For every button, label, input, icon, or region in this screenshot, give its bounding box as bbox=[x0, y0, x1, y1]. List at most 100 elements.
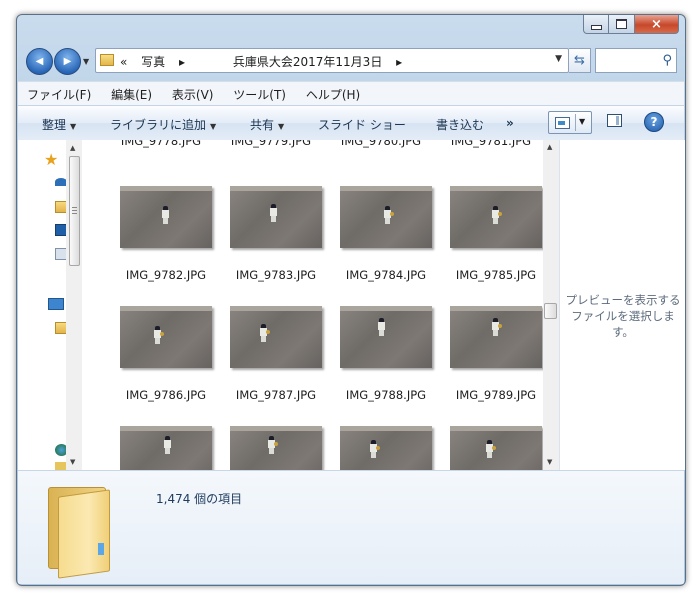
breadcrumb-overflow[interactable]: « bbox=[120, 55, 127, 69]
breadcrumb: « 写真 ▸ 兵庫県大会2017年11月3日 ▸ bbox=[120, 53, 402, 70]
player-figure bbox=[268, 436, 278, 454]
file-name[interactable]: IMG_9778.JPG bbox=[106, 140, 216, 148]
share-button[interactable]: 共有 ▼ bbox=[250, 116, 284, 133]
menu-bar: ファイル(F) 編集(E) 表示(V) ツール(T) ヘルプ(H) bbox=[18, 81, 684, 105]
scroll-thumb[interactable] bbox=[544, 303, 557, 319]
player-figure bbox=[370, 440, 380, 458]
photo-thumbnail[interactable] bbox=[120, 306, 212, 368]
organize-button[interactable]: 整理 ▼ bbox=[42, 116, 76, 133]
scroll-up-icon[interactable]: ▲ bbox=[70, 144, 75, 152]
menu-help[interactable]: ヘルプ(H) bbox=[297, 82, 367, 103]
photo-thumbnail[interactable] bbox=[230, 306, 322, 368]
content-area: ★ ▲ ▼ IMG_9778.JPG IMG_9779.JPG IMG_9780… bbox=[18, 140, 685, 471]
photo-thumbnail[interactable] bbox=[230, 426, 322, 470]
close-icon: × bbox=[651, 16, 662, 32]
menu-file[interactable]: ファイル(F) bbox=[18, 82, 98, 103]
grip-line bbox=[72, 210, 77, 211]
menu-view[interactable]: 表示(V) bbox=[163, 82, 221, 103]
file-list-scrollbar[interactable]: ▲ ▼ bbox=[543, 140, 559, 470]
chevron-down-icon[interactable]: ▼ bbox=[579, 117, 585, 126]
more-commands-button[interactable]: » bbox=[506, 116, 514, 130]
search-icon: ⚲ bbox=[662, 53, 672, 68]
photo-thumbnail[interactable] bbox=[120, 186, 212, 248]
file-list: IMG_9778.JPG IMG_9779.JPG IMG_9780.JPG I… bbox=[82, 140, 543, 470]
grip-line bbox=[72, 213, 77, 214]
search-input[interactable]: ⚲ bbox=[595, 48, 677, 73]
explorer-window: × ◀ ▶ ▼ « 写真 ▸ 兵庫県大会2017年11月3日 ▸ ▼ ⇆ ⚲ フ… bbox=[16, 14, 686, 586]
help-button[interactable]: ? bbox=[644, 112, 664, 132]
player-figure bbox=[154, 326, 164, 344]
caption-buttons: × bbox=[583, 15, 679, 34]
breadcrumb-item-photos[interactable]: 写真 bbox=[141, 53, 165, 70]
menu-tools[interactable]: ツール(T) bbox=[224, 82, 293, 103]
file-name[interactable]: IMG_9788.JPG bbox=[331, 388, 441, 402]
preview-pane-button[interactable] bbox=[607, 114, 622, 127]
item-count: 1,474 個の項目 bbox=[156, 492, 243, 506]
address-history-dropdown-icon[interactable]: ▼ bbox=[555, 54, 562, 64]
player-figure bbox=[164, 436, 171, 454]
photo-thumbnail[interactable] bbox=[120, 426, 212, 470]
file-name[interactable]: IMG_9782.JPG bbox=[111, 268, 221, 282]
chevron-down-icon: ▼ bbox=[210, 122, 217, 131]
file-name[interactable]: IMG_9780.JPG bbox=[326, 140, 436, 148]
preview-placeholder-text: プレビューを表示するファイルを選択します。 bbox=[565, 293, 681, 339]
burn-button[interactable]: 書き込む bbox=[436, 116, 484, 133]
scroll-down-icon[interactable]: ▼ bbox=[70, 458, 75, 466]
command-bar: 整理 ▼ ライブラリに追加 ▼ 共有 ▼ スライド ショー 書き込む » ▼ ? bbox=[18, 105, 684, 141]
breadcrumb-separator-icon[interactable]: ▸ bbox=[179, 55, 185, 69]
file-name[interactable]: IMG_9789.JPG bbox=[441, 388, 543, 402]
photo-thumbnail[interactable] bbox=[450, 186, 542, 248]
file-name[interactable]: IMG_9786.JPG bbox=[111, 388, 221, 402]
file-name[interactable]: IMG_9787.JPG bbox=[221, 388, 331, 402]
scroll-up-icon[interactable]: ▲ bbox=[547, 143, 552, 151]
photo-thumbnail[interactable] bbox=[450, 306, 542, 368]
back-button[interactable]: ◀ bbox=[26, 48, 53, 75]
organize-label: 整理 bbox=[42, 118, 67, 132]
file-name[interactable]: IMG_9783.JPG bbox=[221, 268, 331, 282]
forward-arrow-icon: ▶ bbox=[63, 56, 72, 67]
maximize-button[interactable] bbox=[609, 15, 635, 34]
file-name[interactable]: IMG_9784.JPG bbox=[331, 268, 441, 282]
preview-pane: プレビューを表示するファイルを選択します。 bbox=[559, 140, 685, 470]
photo-thumbnail[interactable] bbox=[340, 306, 432, 368]
photo-thumbnail[interactable] bbox=[340, 426, 432, 470]
photo-thumbnail[interactable] bbox=[230, 186, 322, 248]
player-figure bbox=[162, 206, 169, 224]
chevron-down-icon: ▼ bbox=[70, 122, 77, 131]
forward-button[interactable]: ▶ bbox=[54, 48, 81, 75]
change-view-button[interactable]: ▼ bbox=[548, 111, 592, 134]
file-name[interactable]: IMG_9779.JPG bbox=[216, 140, 326, 148]
favorites-star-icon[interactable]: ★ bbox=[44, 150, 58, 169]
photo-thumbnail[interactable] bbox=[340, 186, 432, 248]
large-folder-icon bbox=[48, 483, 110, 579]
view-button-divider bbox=[575, 114, 576, 131]
folder-icon bbox=[100, 54, 114, 66]
chevron-down-icon: ▼ bbox=[278, 122, 285, 131]
address-bar[interactable]: « 写真 ▸ 兵庫県大会2017年11月3日 ▸ ▼ bbox=[95, 48, 569, 73]
player-figure bbox=[378, 318, 385, 336]
navigation-pane-scrollbar[interactable]: ▲ ▼ bbox=[66, 140, 82, 470]
include-in-library-label: ライブラリに追加 bbox=[110, 118, 207, 132]
recent-pages-dropdown-icon[interactable]: ▼ bbox=[83, 57, 89, 66]
breadcrumb-item-current-folder[interactable]: 兵庫県大会2017年11月3日 bbox=[233, 53, 382, 70]
slideshow-button[interactable]: スライド ショー bbox=[318, 116, 406, 133]
player-figure bbox=[270, 204, 277, 222]
player-figure bbox=[384, 206, 394, 224]
photo-thumbnail[interactable] bbox=[450, 426, 542, 470]
minimize-button[interactable] bbox=[583, 15, 609, 34]
menu-edit[interactable]: 編集(E) bbox=[102, 82, 159, 103]
navigation-bar: ◀ ▶ ▼ « 写真 ▸ 兵庫県大会2017年11月3日 ▸ ▼ ⇆ ⚲ bbox=[17, 45, 685, 79]
close-button[interactable]: × bbox=[635, 15, 679, 34]
scroll-thumb[interactable] bbox=[69, 156, 80, 266]
navigation-pane: ★ bbox=[18, 140, 68, 470]
file-name[interactable]: IMG_9785.JPG bbox=[441, 268, 543, 282]
scroll-down-icon[interactable]: ▼ bbox=[547, 458, 552, 466]
file-name[interactable]: IMG_9781.JPG bbox=[436, 140, 543, 148]
refresh-button[interactable]: ⇆ bbox=[569, 48, 591, 73]
minimize-icon bbox=[590, 24, 602, 30]
details-pane: 1,474 個の項目 bbox=[18, 471, 684, 584]
refresh-icon: ⇆ bbox=[574, 53, 585, 68]
computer-icon[interactable] bbox=[48, 298, 64, 310]
include-in-library-button[interactable]: ライブラリに追加 ▼ bbox=[110, 116, 216, 133]
breadcrumb-separator-icon[interactable]: ▸ bbox=[396, 55, 402, 69]
